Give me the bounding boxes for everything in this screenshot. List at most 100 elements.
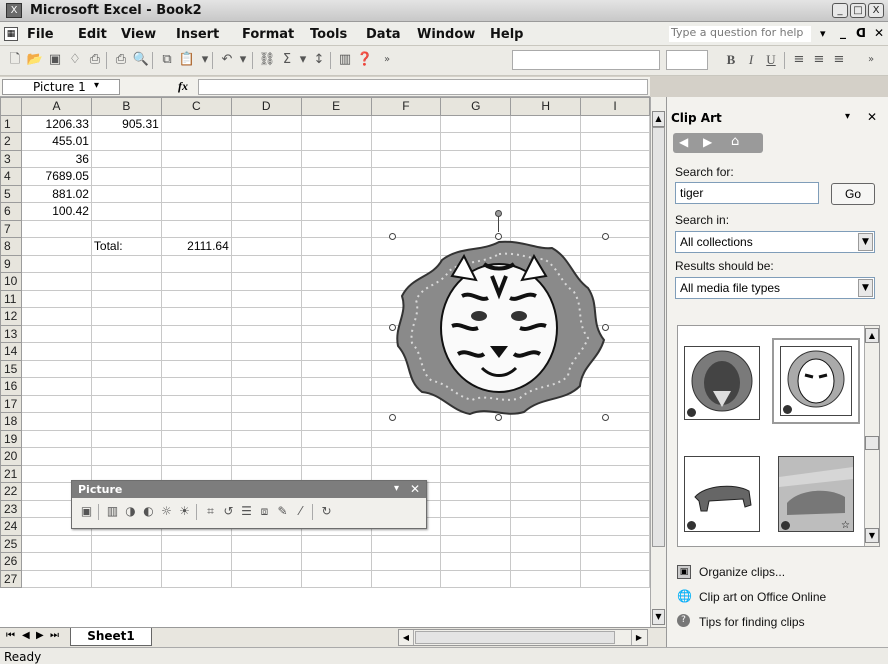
- search-in-select[interactable]: All collections: [675, 231, 875, 253]
- cell-C17[interactable]: [160, 394, 232, 413]
- column-header[interactable]: B: [90, 97, 162, 116]
- cell-D19[interactable]: [230, 429, 302, 448]
- vertical-scrollbar[interactable]: ▲ ▼: [650, 97, 666, 627]
- cell-D16[interactable]: [230, 377, 302, 396]
- cell-D15[interactable]: [230, 359, 302, 378]
- cell-D9[interactable]: [230, 254, 302, 273]
- cell-H5[interactable]: [510, 184, 582, 203]
- cell-E16[interactable]: [300, 377, 372, 396]
- color-icon[interactable]: ▥: [104, 503, 121, 520]
- cell-A5[interactable]: 881.02: [20, 184, 92, 203]
- cell-C8[interactable]: 2111.64: [160, 237, 232, 256]
- toolbar-options-icon[interactable]: »: [378, 51, 396, 69]
- row-header[interactable]: 23: [0, 499, 22, 518]
- horizontal-scrollbar[interactable]: ◀ ▶: [398, 629, 648, 646]
- cell-I20[interactable]: [580, 447, 650, 466]
- resize-handle-nw[interactable]: [389, 233, 396, 240]
- cell-D5[interactable]: [230, 184, 302, 203]
- cell-I4[interactable]: [580, 167, 650, 186]
- cell-A27[interactable]: [20, 569, 92, 588]
- cell-B15[interactable]: [90, 359, 162, 378]
- cell-C26[interactable]: [160, 552, 232, 571]
- row-header[interactable]: 20: [0, 447, 22, 466]
- cell-C27[interactable]: [160, 569, 232, 588]
- cell-I27[interactable]: [580, 569, 650, 588]
- cell-C19[interactable]: [160, 429, 232, 448]
- pane-menu-icon[interactable]: ▾: [845, 111, 850, 122]
- row-header[interactable]: 19: [0, 429, 22, 448]
- clip-thumbnail-roaring-tiger[interactable]: [684, 346, 760, 420]
- cell-D8[interactable]: [230, 237, 302, 256]
- menu-window[interactable]: Window: [417, 27, 475, 42]
- results-scrollbar[interactable]: ▲ ▼: [864, 326, 879, 546]
- cell-H25[interactable]: [510, 534, 582, 553]
- office-online-icon[interactable]: 🌐: [677, 589, 692, 603]
- scroll-left-icon[interactable]: ◀: [399, 630, 414, 645]
- minimize-button[interactable]: _: [832, 3, 848, 18]
- cell-D14[interactable]: [230, 342, 302, 361]
- cell-C13[interactable]: [160, 324, 232, 343]
- cell-D11[interactable]: [230, 289, 302, 308]
- cell-E13[interactable]: [300, 324, 372, 343]
- cell-I22[interactable]: [580, 482, 650, 501]
- resize-handle-sw[interactable]: [389, 414, 396, 421]
- formula-input[interactable]: [198, 79, 648, 95]
- font-size-select[interactable]: [666, 50, 708, 70]
- cell-D10[interactable]: [230, 272, 302, 291]
- cell-C7[interactable]: [160, 219, 232, 238]
- row-header[interactable]: 7: [0, 219, 22, 238]
- row-header[interactable]: 18: [0, 412, 22, 431]
- cell-I23[interactable]: [580, 499, 650, 518]
- menu-help[interactable]: Help: [490, 27, 523, 42]
- cell-B5[interactable]: [90, 184, 162, 203]
- save-icon[interactable]: ▣: [46, 51, 64, 69]
- cell-A20[interactable]: [20, 447, 92, 466]
- print-preview-icon[interactable]: 🔍: [132, 51, 150, 69]
- workbook-icon[interactable]: ▦: [4, 27, 18, 41]
- row-header[interactable]: 14: [0, 342, 22, 361]
- cell-C18[interactable]: [160, 412, 232, 431]
- crop-icon[interactable]: ⌗: [202, 503, 219, 520]
- cell-B12[interactable]: [90, 307, 162, 326]
- cell-H24[interactable]: [510, 517, 582, 536]
- insert-function-icon[interactable]: fx: [178, 79, 188, 94]
- cell-E4[interactable]: [300, 167, 372, 186]
- toolbar-more-icon[interactable]: »: [862, 51, 880, 69]
- cell-D2[interactable]: [230, 132, 302, 151]
- row-header[interactable]: 6: [0, 202, 22, 221]
- cell-A2[interactable]: 455.01: [20, 132, 92, 151]
- cell-E1[interactable]: [300, 114, 372, 133]
- cell-A12[interactable]: [20, 307, 92, 326]
- cell-E15[interactable]: [300, 359, 372, 378]
- print-icon[interactable]: ⎙: [112, 51, 130, 69]
- cell-G25[interactable]: [440, 534, 512, 553]
- cell-F1[interactable]: [370, 114, 442, 133]
- cell-C15[interactable]: [160, 359, 232, 378]
- cell-B11[interactable]: [90, 289, 162, 308]
- cell-A4[interactable]: 7689.05: [20, 167, 92, 186]
- row-header[interactable]: 4: [0, 167, 22, 186]
- cell-H20[interactable]: [510, 447, 582, 466]
- cell-A15[interactable]: [20, 359, 92, 378]
- scroll-down-icon[interactable]: ▼: [652, 609, 665, 625]
- cell-D20[interactable]: [230, 447, 302, 466]
- cell-F25[interactable]: [370, 534, 442, 553]
- maximize-button[interactable]: □: [850, 3, 866, 18]
- cell-C14[interactable]: [160, 342, 232, 361]
- scroll-thumb[interactable]: [652, 127, 665, 547]
- organize-clips-link[interactable]: Organize clips...: [699, 565, 785, 579]
- cell-F3[interactable]: [370, 149, 442, 168]
- column-header[interactable]: G: [440, 97, 512, 116]
- column-header[interactable]: F: [370, 97, 442, 116]
- cell-F27[interactable]: [370, 569, 442, 588]
- bold-icon[interactable]: B: [722, 51, 740, 69]
- first-sheet-icon[interactable]: ⏮: [6, 630, 15, 641]
- new-icon[interactable]: 🗋: [6, 51, 24, 69]
- set-transparent-color-icon[interactable]: ⁄: [292, 503, 309, 520]
- cell-H7[interactable]: [510, 219, 582, 238]
- cell-I2[interactable]: [580, 132, 650, 151]
- cell-C16[interactable]: [160, 377, 232, 396]
- cell-G4[interactable]: [440, 167, 512, 186]
- cell-A17[interactable]: [20, 394, 92, 413]
- row-header[interactable]: 5: [0, 184, 22, 203]
